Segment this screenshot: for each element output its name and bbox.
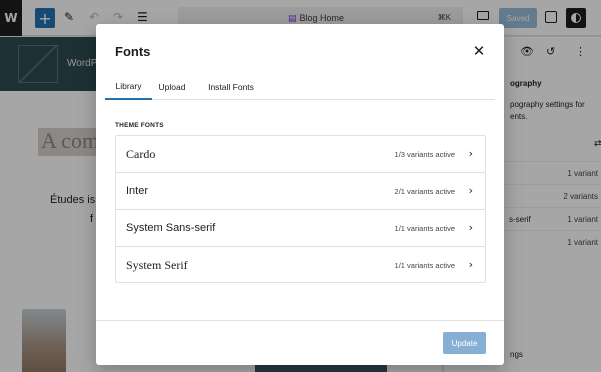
chevron-right-icon: › [468,258,473,271]
fonts-modal: Fonts ✕ Library Upload Install Fonts THE… [96,24,504,365]
theme-fonts-label: THEME FONTS [115,122,164,129]
font-row-system-serif[interactable]: System Serif 1/1 variants active › [116,247,485,284]
variant-count: 1/1 variants active [394,224,455,233]
font-row-system-sans-serif[interactable]: System Sans-serif 1/1 variants active › [116,210,485,247]
update-button[interactable]: Update [443,332,486,354]
font-name: System Sans-serif [126,222,216,234]
tab-upload[interactable]: Upload [152,74,192,100]
font-list: Cardo 1/3 variants active › Inter 2/1 va… [115,135,486,283]
chevron-right-icon: › [468,221,473,234]
chevron-right-icon: › [468,184,473,197]
tab-install-fonts[interactable]: Install Fonts [200,74,262,100]
font-row-cardo[interactable]: Cardo 1/3 variants active › [116,136,485,173]
variant-count: 2/1 variants active [394,187,455,196]
modal-footer: Update [96,320,504,365]
font-row-inter[interactable]: Inter 2/1 variants active › [116,173,485,210]
font-name: Inter [126,185,149,197]
tab-bar: Library Upload Install Fonts [105,74,495,100]
font-name: Cardo [126,147,156,161]
chevron-right-icon: › [468,147,473,160]
variant-count: 1/1 variants active [394,261,455,270]
close-icon[interactable]: ✕ [468,40,490,62]
tab-library[interactable]: Library [105,74,152,100]
font-name: System Serif [126,258,188,272]
modal-title: Fonts [115,44,151,59]
variant-count: 1/3 variants active [394,150,455,159]
